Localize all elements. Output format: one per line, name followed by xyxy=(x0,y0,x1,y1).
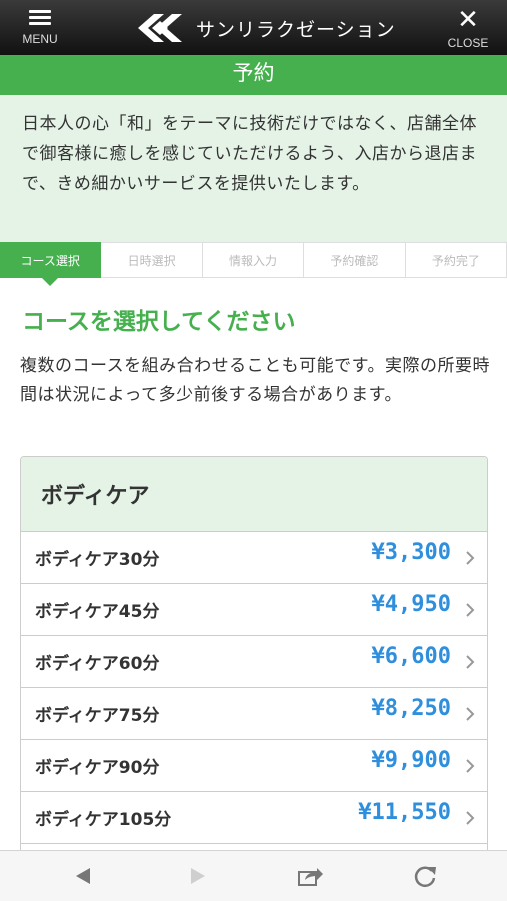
share-icon[interactable] xyxy=(296,863,324,889)
course-name: ボディケア30分 xyxy=(35,550,160,570)
menu-label: MENU xyxy=(22,32,58,46)
course-name: ボディケア105分 xyxy=(35,810,172,830)
section-description: 複数のコースを組み合わせることも可能です。実際の所要時間は状況によって多少前後す… xyxy=(20,356,490,405)
back-arrow-icon[interactable] xyxy=(70,863,98,889)
reload-icon[interactable] xyxy=(411,863,439,889)
course-row[interactable]: ボディケア75分 ¥8,250 xyxy=(21,688,487,740)
course-price: ¥3,300 xyxy=(371,540,451,565)
page-title: 予約 xyxy=(0,55,507,95)
step-date-select: 日時選択 xyxy=(101,242,203,278)
chevron-right-icon xyxy=(466,655,475,669)
close-button[interactable]: ✕ CLOSE xyxy=(443,4,493,50)
step-complete: 予約完了 xyxy=(405,242,507,278)
course-row[interactable]: ボディケア60分 ¥6,600 xyxy=(21,636,487,688)
course-group-card: ボディケア ボディケア30分 ¥3,300 ボディケア45分 ¥4,950 ボデ… xyxy=(20,456,488,878)
chevron-right-icon xyxy=(466,603,475,617)
brand-logo[interactable]: サンリラクゼーション xyxy=(134,10,396,46)
menu-button[interactable]: MENU xyxy=(12,8,68,50)
course-row[interactable]: ボディケア45分 ¥4,950 xyxy=(21,584,487,636)
progress-steps: コース選択 日時選択 情報入力 予約確認 予約完了 xyxy=(0,242,507,286)
course-price: ¥8,250 xyxy=(371,696,451,721)
chevron-right-icon xyxy=(466,811,475,825)
course-name: ボディケア45分 xyxy=(35,602,160,622)
step-course-select[interactable]: コース選択 xyxy=(0,242,102,286)
chevron-right-icon xyxy=(466,759,475,773)
course-price: ¥9,900 xyxy=(371,748,451,773)
top-header: MENU サンリラクゼーション ✕ CLOSE xyxy=(0,0,507,55)
course-name: ボディケア60分 xyxy=(35,654,160,674)
chevron-right-icon xyxy=(466,551,475,565)
course-group-header: ボディケア xyxy=(21,457,487,532)
hamburger-icon xyxy=(29,10,51,26)
step-info-input: 情報入力 xyxy=(202,242,305,278)
course-row[interactable]: ボディケア30分 ¥3,300 xyxy=(21,532,487,584)
chevron-right-icon xyxy=(466,707,475,721)
course-price: ¥4,950 xyxy=(371,592,451,617)
intro-panel: 日本人の心「和」をテーマに技術だけではなく、店舗全体で御客様に癒しを感じていただ… xyxy=(0,95,507,242)
intro-text: 日本人の心「和」をテーマに技術だけではなく、店舗全体で御客様に癒しを感じていただ… xyxy=(22,114,477,194)
course-group-title: ボディケア xyxy=(41,484,150,509)
logo-mark-icon xyxy=(138,14,182,42)
logo-text: サンリラクゼーション xyxy=(196,18,396,41)
course-row[interactable]: ボディケア105分 ¥11,550 xyxy=(21,792,487,844)
section-title: コースを選択してください xyxy=(22,309,296,335)
course-row[interactable]: ボディケア90分 ¥9,900 xyxy=(21,740,487,792)
course-name: ボディケア75分 xyxy=(35,706,160,726)
close-label: CLOSE xyxy=(447,36,489,50)
course-price: ¥6,600 xyxy=(371,644,451,669)
browser-toolbar xyxy=(0,850,507,901)
step-confirm: 予約確認 xyxy=(304,242,406,278)
course-name: ボディケア90分 xyxy=(35,758,160,778)
forward-arrow-icon[interactable] xyxy=(183,863,211,889)
close-icon: ✕ xyxy=(457,4,479,34)
course-price: ¥11,550 xyxy=(358,800,451,825)
